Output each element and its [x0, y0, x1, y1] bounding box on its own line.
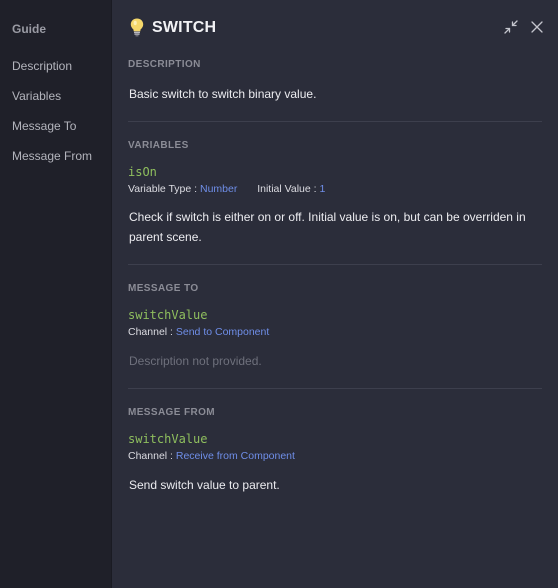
variable-type-value: Number [200, 183, 238, 195]
sidebar-item-variables[interactable]: Variables [12, 89, 61, 103]
divider [128, 264, 542, 265]
message-from-description: Send switch value to parent. [129, 478, 280, 492]
sidebar-item-message-from[interactable]: Message From [12, 149, 92, 163]
message-from-channel: Channel : Receive from Component [128, 450, 295, 462]
channel-value: Send to Component [175, 326, 270, 338]
page-title: SWITCH [152, 19, 217, 36]
message-from-name: switchValue [128, 432, 208, 446]
guide-header: SWITCH [128, 16, 544, 40]
variable-name: isOn [128, 165, 157, 179]
message-to-heading: MESSAGE TO [128, 283, 199, 294]
variable-meta: Variable Type : Number Initial Value : 1 [128, 183, 325, 195]
initial-value: 1 [319, 183, 326, 195]
channel-value: Receive from Component [175, 450, 295, 462]
collapse-icon[interactable] [504, 20, 518, 34]
message-to-channel: Channel : Send to Component [128, 326, 269, 338]
description-text: Basic switch to switch binary value. [129, 87, 317, 101]
guide-content: SWITCH DESCRIPTION Basic switch to switc… [112, 0, 558, 588]
divider [128, 388, 542, 389]
channel-label: Channel : [128, 326, 176, 338]
sidebar-title: Guide [12, 22, 47, 36]
sidebar-item-description[interactable]: Description [12, 59, 72, 73]
variable-description: Check if switch is either on or off. Ini… [129, 210, 526, 244]
divider [128, 121, 542, 122]
close-icon[interactable] [530, 20, 544, 34]
message-to-name: switchValue [128, 308, 208, 322]
guide-sidebar: Guide Description Variables Message To M… [0, 0, 112, 588]
lightbulb-icon [130, 18, 144, 37]
initial-value-label: Initial Value : [257, 183, 320, 195]
variables-heading: VARIABLES [128, 140, 189, 151]
channel-label: Channel : [128, 450, 176, 462]
message-to-description: Description not provided. [129, 354, 262, 368]
variable-type-label: Variable Type : [128, 183, 200, 195]
message-from-heading: MESSAGE FROM [128, 407, 216, 418]
sidebar-item-message-to[interactable]: Message To [12, 119, 76, 133]
description-heading: DESCRIPTION [128, 59, 201, 70]
